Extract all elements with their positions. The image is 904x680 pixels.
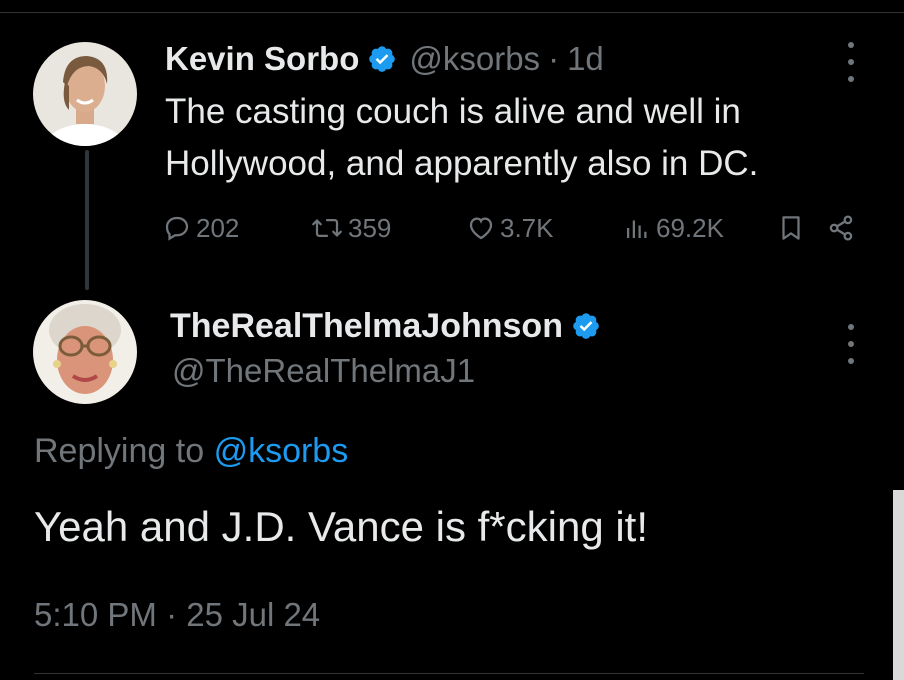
avatar[interactable] — [33, 42, 137, 146]
reply-text: Yeah and J.D. Vance is f*cking it! — [34, 503, 649, 550]
share-icon[interactable] — [826, 210, 860, 246]
tweet-text: The casting couch is alive and well in H… — [165, 92, 759, 183]
retweet-button[interactable]: 359 — [310, 210, 391, 246]
avatar[interactable] — [33, 300, 137, 404]
views-count: 69.2K — [656, 212, 724, 243]
like-count: 3.7K — [500, 212, 554, 243]
more-icon[interactable] — [845, 324, 857, 364]
reply-icon — [165, 216, 189, 241]
more-icon[interactable] — [845, 42, 857, 82]
verified-badge-icon — [571, 311, 601, 341]
time-ago[interactable]: 1d — [567, 40, 604, 78]
action-bar: 202 359 3.7K 69.2K — [160, 210, 860, 246]
retweet-count: 359 — [348, 212, 392, 243]
author-handle[interactable]: @ksorbs — [409, 40, 540, 78]
like-button[interactable]: 3.7K — [466, 210, 554, 246]
reply-header: TheRealThelmaJohnson — [170, 304, 601, 348]
top-divider — [0, 12, 904, 13]
tweet-header: Kevin Sorbo @ksorbs · 1d — [165, 38, 604, 80]
scrollbar[interactable] — [893, 490, 904, 680]
reply-author-name[interactable]: TheRealThelmaJohnson — [170, 307, 563, 346]
reply-button[interactable]: 202 — [162, 210, 239, 246]
retweet-icon — [312, 219, 342, 237]
reply-timestamp[interactable]: 5:10 PM · 25 Jul 24 — [34, 596, 320, 634]
replying-prefix: Replying to — [34, 432, 205, 470]
author-name[interactable]: Kevin Sorbo — [165, 40, 359, 78]
views-icon — [627, 220, 647, 238]
views-button[interactable]: 69.2K — [622, 210, 724, 246]
like-icon — [469, 217, 493, 240]
bottom-divider — [34, 673, 864, 674]
replying-to: Replying to @ksorbs — [34, 432, 348, 471]
replying-mention-link[interactable]: @ksorbs — [214, 432, 349, 470]
bookmark-icon[interactable] — [776, 210, 810, 246]
verified-badge-icon — [367, 44, 397, 74]
separator: · — [548, 40, 560, 77]
thread-connector — [85, 150, 89, 290]
reply-count: 202 — [196, 212, 240, 243]
reply-author-handle[interactable]: @TheRealThelmaJ1 — [172, 352, 475, 390]
